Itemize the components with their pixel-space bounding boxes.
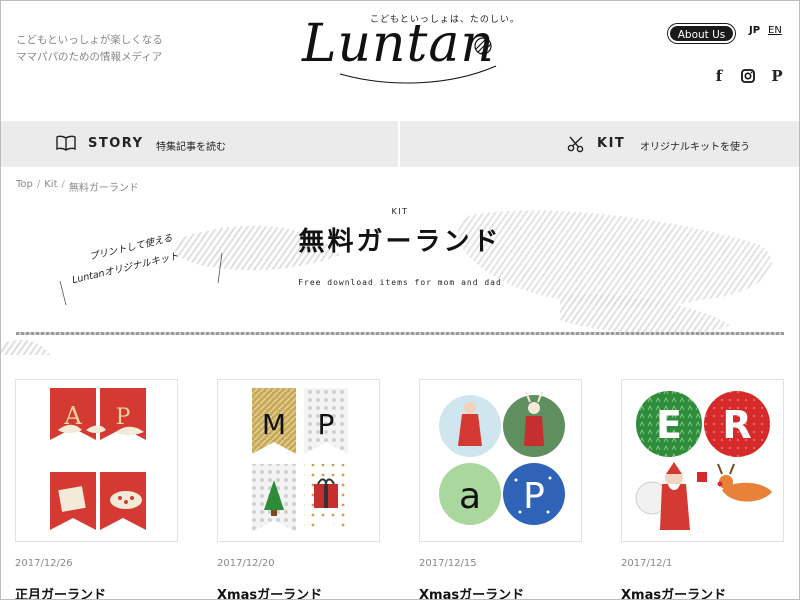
pinterest-icon[interactable]: P bbox=[770, 67, 784, 85]
tagline-line-2: ママパパのための情報メディア bbox=[16, 51, 163, 63]
lang-jp-link[interactable]: JP bbox=[749, 25, 760, 36]
nav-kit-sublabel: オリジナルキットを使う bbox=[640, 142, 750, 153]
breadcrumb-separator: / bbox=[36, 179, 41, 190]
book-icon bbox=[56, 135, 76, 151]
logo-wordmark: Luntan bbox=[302, 14, 495, 74]
svg-text:P: P bbox=[523, 476, 545, 517]
instagram-icon[interactable] bbox=[741, 69, 755, 83]
nav-story-sublabel: 特集記事を読む bbox=[156, 142, 226, 153]
svg-text:M: M bbox=[262, 408, 286, 441]
svg-text:a: a bbox=[459, 476, 481, 517]
about-us-button[interactable]: About Us bbox=[668, 24, 735, 43]
kit-card[interactable]: A P 2017/12/26 正月ガーランド bbox=[15, 379, 179, 600]
breadcrumb-current: 無料ガーランド bbox=[68, 183, 139, 194]
kit-card[interactable]: E R 2017/12/1 Xmasガーランド bbox=[621, 379, 785, 600]
svg-text:P: P bbox=[318, 408, 335, 441]
nav-story-label: STORY bbox=[88, 136, 144, 151]
breadcrumb: Top / Kit / 無料ガーランド bbox=[16, 179, 139, 194]
svg-text:P: P bbox=[116, 405, 131, 430]
site-tagline: こどもといっしょが楽しくなる ママパパのための情報メディア bbox=[16, 32, 163, 66]
scissors-icon bbox=[567, 136, 584, 153]
hero-divider bbox=[16, 332, 784, 335]
facebook-icon[interactable]: f bbox=[712, 67, 726, 85]
breadcrumb-separator: / bbox=[61, 179, 65, 190]
hero-eyebrow: KIT bbox=[391, 207, 409, 216]
breadcrumb-kit[interactable]: Kit bbox=[44, 179, 57, 194]
card-date: 2017/12/1 bbox=[621, 558, 673, 569]
card-title[interactable]: Xmasガーランド bbox=[217, 584, 381, 600]
tagline-line-1: こどもといっしょが楽しくなる bbox=[16, 34, 163, 46]
card-date: 2017/12/20 bbox=[217, 558, 275, 569]
newyear-garland-image: A P bbox=[50, 388, 146, 530]
main-nav: STORY 特集記事を読む KIT オリジナルキットを使う bbox=[0, 121, 800, 167]
nav-story[interactable]: STORY 特集記事を読む bbox=[0, 121, 400, 167]
card-title[interactable]: Xmasガーランド bbox=[419, 584, 583, 600]
hero-banner: KIT 無料ガーランド Free download items for mom … bbox=[0, 195, 800, 355]
breadcrumb-top[interactable]: Top bbox=[16, 179, 33, 194]
svg-text:R: R bbox=[722, 403, 751, 447]
card-thumbnail[interactable]: M P bbox=[217, 379, 380, 542]
card-date: 2017/12/15 bbox=[419, 558, 477, 569]
card-date: 2017/12/26 bbox=[15, 558, 73, 569]
lang-en-link[interactable]: EN bbox=[768, 25, 782, 36]
card-thumbnail[interactable]: a P bbox=[419, 379, 582, 542]
xmas-santa-reindeer-image: E R bbox=[635, 391, 772, 530]
nav-kit[interactable]: KIT オリジナルキットを使う bbox=[400, 121, 800, 167]
card-title[interactable]: Xmasガーランド bbox=[621, 584, 785, 600]
svg-text:E: E bbox=[656, 403, 682, 447]
nav-kit-label: KIT bbox=[597, 136, 626, 151]
card-thumbnail[interactable]: A P bbox=[15, 379, 178, 542]
xmas-garland-circles-image: a P bbox=[439, 391, 565, 525]
card-thumbnail[interactable]: E R bbox=[621, 379, 784, 542]
xmas-garland-letters-image: M P bbox=[252, 388, 348, 532]
kit-card[interactable]: M P 2017/12/20 Xmasガーランド bbox=[217, 379, 381, 600]
card-title[interactable]: 正月ガーランド bbox=[15, 584, 179, 600]
kit-card[interactable]: a P 2017/12/15 Xmasガーランド bbox=[419, 379, 583, 600]
